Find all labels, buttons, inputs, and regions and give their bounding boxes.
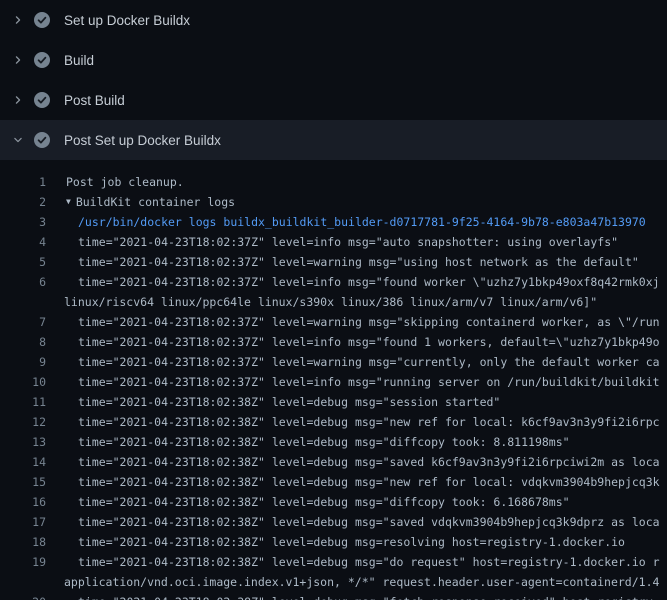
log-line-number[interactable]: 11 xyxy=(0,392,46,412)
log-line-number[interactable]: 14 xyxy=(0,452,46,472)
chevron-right-icon xyxy=(13,55,23,65)
log-output: 1 Post job cleanup. 2 ▼ BuildKit contain… xyxy=(0,160,667,600)
log-line-text: linux/riscv64 linux/ppc64le linux/s390x … xyxy=(46,292,597,312)
log-line: 4 time="2021-04-23T18:02:37Z" level=info… xyxy=(0,232,667,252)
log-line: 17 time="2021-04-23T18:02:38Z" level=deb… xyxy=(0,512,667,532)
log-line-number[interactable]: 6 xyxy=(0,272,46,292)
status-check-circle-icon xyxy=(34,92,50,108)
status-check-circle-icon xyxy=(34,132,50,148)
log-line-text: application/vnd.oci.image.index.v1+json,… xyxy=(46,572,659,592)
log-line-number[interactable]: 9 xyxy=(0,352,46,372)
status-check-circle-icon xyxy=(34,52,50,68)
log-line: 13 time="2021-04-23T18:02:38Z" level=deb… xyxy=(0,432,667,452)
step-section-header[interactable]: Post Build xyxy=(0,80,667,120)
step-title: Post Build xyxy=(64,93,125,108)
log-line-text: time="2021-04-23T18:02:37Z" level=info m… xyxy=(46,272,660,292)
log-line-text: time="2021-04-23T18:02:37Z" level=info m… xyxy=(46,232,618,252)
log-line-text: time="2021-04-23T18:02:38Z" level=debug … xyxy=(46,532,625,552)
log-line-number[interactable]: 16 xyxy=(0,492,46,512)
log-line: 7 time="2021-04-23T18:02:37Z" level=warn… xyxy=(0,312,667,332)
workflow-log-panel: Set up Docker Buildx Build Post Build xyxy=(0,0,667,600)
log-line: linux/riscv64 linux/ppc64le linux/s390x … xyxy=(0,292,667,312)
log-line-number[interactable]: 4 xyxy=(0,232,46,252)
log-line-text: time="2021-04-23T18:02:38Z" level=debug … xyxy=(46,452,660,472)
step-title: Build xyxy=(64,53,94,68)
log-line-number[interactable] xyxy=(0,292,46,312)
log-line: 19 time="2021-04-23T18:02:38Z" level=deb… xyxy=(0,552,667,572)
log-line-text: time="2021-04-23T18:02:37Z" level=info m… xyxy=(46,372,660,392)
log-line: 14 time="2021-04-23T18:02:38Z" level=deb… xyxy=(0,452,667,472)
log-line-text: time="2021-04-23T18:02:38Z" level=debug … xyxy=(46,432,570,452)
step-section-header[interactable]: Post Set up Docker Buildx xyxy=(0,120,667,160)
log-line: application/vnd.oci.image.index.v1+json,… xyxy=(0,572,667,592)
step-section-header[interactable]: Build xyxy=(0,40,667,80)
log-line-text: time="2021-04-23T18:02:37Z" level=warnin… xyxy=(46,252,639,272)
log-line-number[interactable]: 20 xyxy=(0,592,46,600)
chevron-down-icon xyxy=(13,135,23,145)
log-line-number[interactable]: 1 xyxy=(0,172,46,192)
log-line-number[interactable]: 10 xyxy=(0,372,46,392)
log-line-text: BuildKit container logs xyxy=(71,192,235,212)
log-line: 3 /usr/bin/docker logs buildx_buildkit_b… xyxy=(0,212,667,232)
log-line: 16 time="2021-04-23T18:02:38Z" level=deb… xyxy=(0,492,667,512)
log-line-text: time="2021-04-23T18:02:38Z" level=debug … xyxy=(46,592,660,600)
log-line-text: time="2021-04-23T18:02:37Z" level=warnin… xyxy=(46,352,660,372)
log-line-number[interactable]: 13 xyxy=(0,432,46,452)
log-line: 6 time="2021-04-23T18:02:37Z" level=info… xyxy=(0,272,667,292)
log-line-text: time="2021-04-23T18:02:38Z" level=debug … xyxy=(46,472,660,492)
log-line-text: Post job cleanup. xyxy=(46,172,184,192)
step-title: Set up Docker Buildx xyxy=(64,13,190,28)
log-line: 5 time="2021-04-23T18:02:37Z" level=warn… xyxy=(0,252,667,272)
log-line: 9 time="2021-04-23T18:02:37Z" level=warn… xyxy=(0,352,667,372)
step-section-list: Set up Docker Buildx Build Post Build xyxy=(0,0,667,160)
log-line-text: time="2021-04-23T18:02:38Z" level=debug … xyxy=(46,512,660,532)
log-line-number[interactable]: 2 xyxy=(0,192,46,212)
log-line-text: time="2021-04-23T18:02:37Z" level=info m… xyxy=(46,332,660,352)
log-line-number[interactable]: 8 xyxy=(0,332,46,352)
log-line: 18 time="2021-04-23T18:02:38Z" level=deb… xyxy=(0,532,667,552)
group-toggle-icon[interactable]: ▼ xyxy=(46,192,71,212)
log-line: 12 time="2021-04-23T18:02:38Z" level=deb… xyxy=(0,412,667,432)
log-line: 15 time="2021-04-23T18:02:38Z" level=deb… xyxy=(0,472,667,492)
chevron-right-icon xyxy=(13,95,23,105)
log-line-number[interactable] xyxy=(0,572,46,592)
log-line-text: /usr/bin/docker logs buildx_buildkit_bui… xyxy=(46,212,646,232)
status-check-circle-icon xyxy=(34,12,50,28)
step-title: Post Set up Docker Buildx xyxy=(64,133,221,148)
log-line: 11 time="2021-04-23T18:02:38Z" level=deb… xyxy=(0,392,667,412)
log-line-number[interactable]: 3 xyxy=(0,212,46,232)
log-line: 10 time="2021-04-23T18:02:37Z" level=inf… xyxy=(0,372,667,392)
log-line: 1 Post job cleanup. xyxy=(0,172,667,192)
log-line: 8 time="2021-04-23T18:02:37Z" level=info… xyxy=(0,332,667,352)
log-line-number[interactable]: 7 xyxy=(0,312,46,332)
log-line-number[interactable]: 19 xyxy=(0,552,46,572)
log-line: 2 ▼ BuildKit container logs xyxy=(0,192,667,212)
log-line-text: time="2021-04-23T18:02:38Z" level=debug … xyxy=(46,392,500,412)
log-line-number[interactable]: 15 xyxy=(0,472,46,492)
log-line-text: time="2021-04-23T18:02:38Z" level=debug … xyxy=(46,492,570,512)
log-line-number[interactable]: 5 xyxy=(0,252,46,272)
step-section-header[interactable]: Set up Docker Buildx xyxy=(0,0,667,40)
log-line-number[interactable]: 12 xyxy=(0,412,46,432)
log-line-number[interactable]: 18 xyxy=(0,532,46,552)
chevron-right-icon xyxy=(13,15,23,25)
log-line-number[interactable]: 17 xyxy=(0,512,46,532)
log-line-text: time="2021-04-23T18:02:38Z" level=debug … xyxy=(46,552,660,572)
log-line: 20 time="2021-04-23T18:02:38Z" level=deb… xyxy=(0,592,667,600)
log-line-text: time="2021-04-23T18:02:37Z" level=warnin… xyxy=(46,312,660,332)
log-line-text: time="2021-04-23T18:02:38Z" level=debug … xyxy=(46,412,660,432)
